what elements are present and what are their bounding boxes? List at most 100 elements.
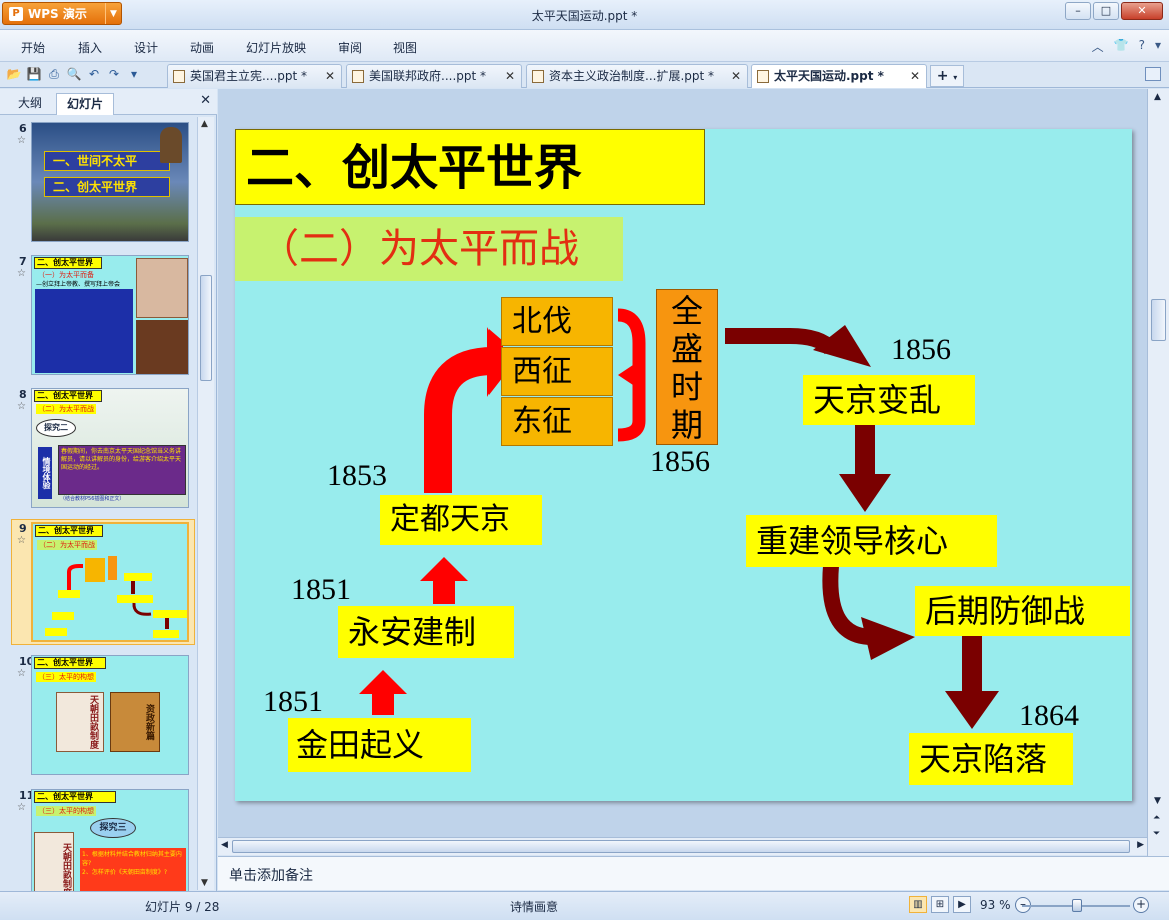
thumbnail-image: 二、创太平世界 （三）太平的构想 天朝田畝制度 资政新篇 <box>31 655 189 775</box>
slide-horizontal-scrollbar[interactable]: ◀ ▶ <box>218 837 1147 855</box>
doc-tab-active[interactable]: 太平天国运动.ppt * ✕ <box>751 64 927 88</box>
undo-icon[interactable]: ↶ <box>86 66 102 82</box>
box-peak-period[interactable]: 全 盛 时 期 <box>656 289 718 445</box>
scroll-down-icon[interactable]: ▼ <box>201 878 208 888</box>
scroll-thumb[interactable] <box>200 275 212 381</box>
chevron-down-icon[interactable]: ▾ <box>1155 38 1161 55</box>
year-label: 1856 <box>650 445 710 478</box>
ppt-file-icon <box>757 70 769 83</box>
doc-tab-1[interactable]: 英国君主立宪....ppt * ✕ <box>167 64 342 88</box>
box-western-expedition[interactable]: 西征 <box>501 347 613 396</box>
scroll-left-icon[interactable]: ◀ <box>221 840 228 850</box>
close-tab-icon[interactable]: ✕ <box>910 65 920 87</box>
slide-sorter-button[interactable]: ⊞ <box>931 896 949 913</box>
menu-item-animation[interactable]: 动画 <box>190 39 214 56</box>
year-label: 1864 <box>1019 699 1079 732</box>
collapse-ribbon-icon[interactable]: ︿ <box>1092 38 1104 55</box>
thumb-bubble: 探究二 <box>36 419 76 437</box>
close-tab-icon[interactable]: ✕ <box>325 65 335 87</box>
dark-curved-arrow-head <box>861 617 915 660</box>
menu-item-slideshow[interactable]: 幻灯片放映 <box>246 39 306 56</box>
thumbnail-list: 6 ☆ 一、世间不太平 二、创太平世界 7 ☆ 二、创太平世界 （一）为太平而备… <box>0 116 196 891</box>
thumb-text-block <box>35 289 133 373</box>
box-rebuild-leadership[interactable]: 重建领导核心 <box>746 515 997 567</box>
red-arrow-up-2 <box>420 557 468 604</box>
menu-item-review[interactable]: 审阅 <box>338 39 362 56</box>
zoom-level: 93 % <box>980 898 1011 912</box>
doc-tab-3[interactable]: 资本主义政治制度...扩展.ppt * ✕ <box>526 64 748 88</box>
help-icon[interactable]: ? <box>1139 38 1145 55</box>
thumb-line: 一、世间不太平 <box>44 151 170 171</box>
doc-tab-2[interactable]: 美国联邦政府....ppt * ✕ <box>346 64 522 88</box>
new-tab-button[interactable]: + ▾ <box>930 65 964 87</box>
skin-icon[interactable]: 👕 <box>1114 38 1129 55</box>
current-slide[interactable]: 二、创太平世界 （二）为太平而战 金田起义 1851 永安建制 1851 定都天… <box>235 129 1132 801</box>
dark-arrow-1-head <box>813 325 871 367</box>
close-tab-icon[interactable]: ✕ <box>731 65 741 87</box>
scroll-thumb[interactable] <box>232 840 1130 853</box>
scroll-up-icon[interactable]: ▲ <box>201 119 208 129</box>
print-preview-icon[interactable]: 🔍 <box>66 66 82 82</box>
box-tianjing-incident[interactable]: 天京变乱 <box>803 375 975 425</box>
ppt-file-icon <box>532 70 544 83</box>
maximize-button[interactable]: □ <box>1093 2 1119 20</box>
dark-arrow-1 <box>725 328 838 355</box>
box-yongan-establishment[interactable]: 永安建制 <box>338 606 514 658</box>
thumbnail-scrollbar[interactable]: ▲ ▼ <box>197 117 214 890</box>
close-window-button[interactable]: ✕ <box>1121 2 1163 20</box>
scroll-thumb[interactable] <box>1151 299 1166 341</box>
animation-star-icon: ☆ <box>17 802 26 813</box>
thumb-question: 1、根据材料并结合教材归纳其主要内容? <box>82 851 182 867</box>
slide-number: 9 <box>19 522 27 535</box>
box-northern-expedition[interactable]: 北伐 <box>501 297 613 346</box>
thumb-diagram <box>45 556 187 638</box>
box-late-defense-war[interactable]: 后期防御战 <box>915 586 1130 636</box>
zoom-slider-knob[interactable] <box>1072 899 1082 912</box>
tab-slides[interactable]: 幻灯片 <box>56 93 115 115</box>
ppt-file-icon <box>352 70 364 83</box>
close-tab-icon[interactable]: ✕ <box>505 65 515 87</box>
slideshow-button[interactable]: ▶ <box>953 896 971 913</box>
window-layout-icon[interactable] <box>1145 67 1161 81</box>
menu-item-start[interactable]: 开始 <box>21 39 45 56</box>
notes-pane[interactable]: 单击添加备注 <box>218 856 1169 890</box>
document-tab-row: 📂 💾 ⎙ 🔍 ↶ ↷ ▾ 英国君主立宪....ppt * ✕ 美国联邦政府..… <box>0 62 1169 88</box>
thumb-subtitle: （二）为太平而战 <box>36 404 96 414</box>
ppt-file-icon <box>173 70 185 83</box>
thumbnail-image: 一、世间不太平 二、创太平世界 <box>31 122 189 242</box>
zoom-in-button[interactable]: + <box>1133 897 1149 913</box>
redo-icon[interactable]: ↷ <box>106 66 122 82</box>
tab-outline[interactable]: 大纲 <box>8 93 52 115</box>
slides-panel: 大纲 幻灯片 ✕ 6 ☆ 一、世间不太平 二、创太平世界 7 ☆ 二、创太平世界… <box>0 89 217 891</box>
box-capital-tianjing[interactable]: 定都天京 <box>380 495 542 545</box>
menu-item-view[interactable]: 视图 <box>393 39 417 56</box>
minimize-button[interactable]: – <box>1065 2 1091 20</box>
box-eastern-expedition[interactable]: 东征 <box>501 397 613 446</box>
slide-number: 8 <box>19 388 27 401</box>
open-folder-icon[interactable]: 📂 <box>6 66 22 82</box>
scroll-up-icon[interactable]: ▲ <box>1154 92 1161 102</box>
close-panel-icon[interactable]: ✕ <box>200 93 211 108</box>
slide-counter: 幻灯片 9 / 28 <box>145 900 220 914</box>
normal-view-button[interactable]: ▥ <box>909 896 927 913</box>
customize-toolbar-icon[interactable]: ▾ <box>126 66 142 82</box>
menu-item-insert[interactable]: 插入 <box>78 39 102 56</box>
peak-char: 期 <box>670 406 703 444</box>
scroll-right-icon[interactable]: ▶ <box>1137 840 1144 850</box>
menu-item-design[interactable]: 设计 <box>134 39 158 56</box>
box-jintian-uprising[interactable]: 金田起义 <box>288 718 471 772</box>
previous-slide-icon[interactable]: ⏶ <box>1153 813 1160 823</box>
thumb-title: 二、创太平世界 <box>34 390 102 402</box>
thumb-title: 二、创太平世界 <box>34 657 106 669</box>
next-slide-icon[interactable]: ⏷ <box>1153 829 1160 839</box>
slide-vertical-scrollbar[interactable]: ▲ ▼ ⏶ ⏷ <box>1147 89 1169 856</box>
thumb-book: 资政新篇 <box>110 692 160 752</box>
scroll-down-icon[interactable]: ▼ <box>1154 796 1161 806</box>
theme-name: 诗情画意 <box>510 900 559 914</box>
print-icon[interactable]: ⎙ <box>46 66 62 82</box>
box-fall-of-tianjing[interactable]: 天京陷落 <box>909 733 1073 785</box>
thumb-text-block: 春假期间，你去南京太平天国纪念馆当义务讲解员，请以讲解员的身份，给游客介绍太平天… <box>58 445 186 495</box>
save-icon[interactable]: 💾 <box>26 66 42 82</box>
thumb-vertical-label: 情境体验 <box>38 447 52 499</box>
doc-tab-label: 英国君主立宪....ppt * <box>190 69 308 83</box>
